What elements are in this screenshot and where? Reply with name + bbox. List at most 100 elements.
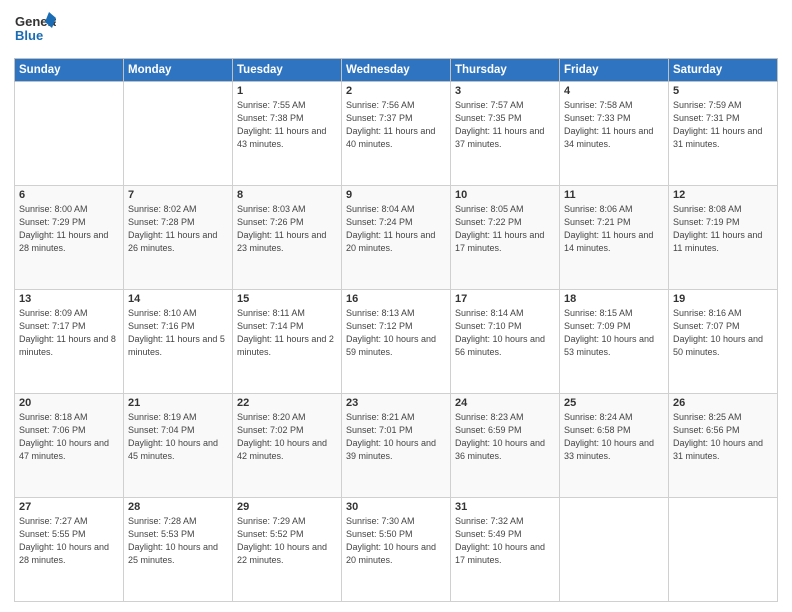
day-number: 22 [237,397,337,409]
day-number: 10 [455,189,555,201]
cell-info: Sunrise: 8:05 AMSunset: 7:22 PMDaylight:… [455,203,555,255]
weekday-header-wednesday: Wednesday [342,59,451,82]
calendar-table: SundayMondayTuesdayWednesdayThursdayFrid… [14,58,778,602]
day-number: 11 [564,189,664,201]
weekday-header-thursday: Thursday [451,59,560,82]
cell-info: Sunrise: 7:59 AMSunset: 7:31 PMDaylight:… [673,99,773,151]
cell-info: Sunrise: 7:57 AMSunset: 7:35 PMDaylight:… [455,99,555,151]
day-number: 8 [237,189,337,201]
weekday-header-friday: Friday [560,59,669,82]
calendar-cell: 12Sunrise: 8:08 AMSunset: 7:19 PMDayligh… [669,186,778,290]
cell-info: Sunrise: 7:28 AMSunset: 5:53 PMDaylight:… [128,515,228,567]
calendar-week-row: 1 Sunrise: 7:55 AMSunset: 7:38 PMDaylight… [15,82,778,186]
calendar-cell: 31Sunrise: 7:32 AMSunset: 5:49 PMDayligh… [451,498,560,602]
weekday-header-saturday: Saturday [669,59,778,82]
logo-icon: General Blue [14,10,56,52]
day-number: 17 [455,293,555,305]
cell-info: Sunrise: 8:13 AMSunset: 7:12 PMDaylight:… [346,307,446,359]
page: General Blue SundayMondayTuesdayWednesda… [0,0,792,612]
day-number: 14 [128,293,228,305]
calendar-cell: 17 Sunrise: 8:14 AMSunset: 7:10 PMDayligh… [451,290,560,394]
calendar-cell: 14 Sunrise: 8:10 AMSunset: 7:16 PMDayligh… [124,290,233,394]
calendar-cell: 24 Sunrise: 8:23 AMSunset: 6:59 PMDayligh… [451,394,560,498]
calendar-cell: 15 Sunrise: 8:11 AMSunset: 7:14 PMDayligh… [233,290,342,394]
calendar-cell: 9Sunrise: 8:04 AMSunset: 7:24 PMDaylight… [342,186,451,290]
day-number: 1 [237,85,337,97]
day-number: 25 [564,397,664,409]
calendar-cell [15,82,124,186]
calendar-cell: 2Sunrise: 7:56 AMSunset: 7:37 PMDaylight… [342,82,451,186]
calendar-cell: 19Sunrise: 8:16 AMSunset: 7:07 PMDayligh… [669,290,778,394]
day-number: 21 [128,397,228,409]
calendar-cell: 1 Sunrise: 7:55 AMSunset: 7:38 PMDaylight… [233,82,342,186]
day-number: 12 [673,189,773,201]
day-number: 9 [346,189,446,201]
calendar-cell: 26Sunrise: 8:25 AMSunset: 6:56 PMDayligh… [669,394,778,498]
calendar-week-row: 6 Sunrise: 8:00 AMSunset: 7:29 PMDaylight… [15,186,778,290]
day-number: 27 [19,501,119,513]
cell-info: Sunrise: 8:11 AMSunset: 7:14 PMDaylight:… [237,307,337,359]
day-number: 23 [346,397,446,409]
cell-info: Sunrise: 8:15 AMSunset: 7:09 PMDaylight:… [564,307,664,359]
cell-info: Sunrise: 8:00 AMSunset: 7:29 PMDaylight:… [19,203,119,255]
calendar-cell: 8 Sunrise: 8:03 AMSunset: 7:26 PMDaylight… [233,186,342,290]
cell-info: Sunrise: 8:18 AMSunset: 7:06 PMDaylight:… [19,411,119,463]
logo-area: General Blue [14,10,56,52]
day-number: 2 [346,85,446,97]
day-number: 13 [19,293,119,305]
cell-info: Sunrise: 8:24 AMSunset: 6:58 PMDaylight:… [564,411,664,463]
calendar-cell: 30Sunrise: 7:30 AMSunset: 5:50 PMDayligh… [342,498,451,602]
top-section: General Blue [14,10,778,52]
calendar-cell: 3 Sunrise: 7:57 AMSunset: 7:35 PMDaylight… [451,82,560,186]
calendar-cell: 10 Sunrise: 8:05 AMSunset: 7:22 PMDayligh… [451,186,560,290]
calendar-cell: 22 Sunrise: 8:20 AMSunset: 7:02 PMDayligh… [233,394,342,498]
day-number: 18 [564,293,664,305]
day-number: 20 [19,397,119,409]
weekday-header-monday: Monday [124,59,233,82]
day-number: 7 [128,189,228,201]
day-number: 26 [673,397,773,409]
logo: General Blue [14,10,56,52]
calendar-cell: 18 Sunrise: 8:15 AMSunset: 7:09 PMDayligh… [560,290,669,394]
cell-info: Sunrise: 8:03 AMSunset: 7:26 PMDaylight:… [237,203,337,255]
cell-info: Sunrise: 7:29 AMSunset: 5:52 PMDaylight:… [237,515,337,567]
calendar-cell [560,498,669,602]
calendar-cell: 7Sunrise: 8:02 AMSunset: 7:28 PMDaylight… [124,186,233,290]
calendar-week-row: 13 Sunrise: 8:09 AMSunset: 7:17 PMDayligh… [15,290,778,394]
calendar-cell: 11 Sunrise: 8:06 AMSunset: 7:21 PMDayligh… [560,186,669,290]
calendar-cell: 16 Sunrise: 8:13 AMSunset: 7:12 PMDayligh… [342,290,451,394]
cell-info: Sunrise: 7:58 AMSunset: 7:33 PMDaylight:… [564,99,664,151]
weekday-header-tuesday: Tuesday [233,59,342,82]
cell-info: Sunrise: 8:20 AMSunset: 7:02 PMDaylight:… [237,411,337,463]
calendar-week-row: 20 Sunrise: 8:18 AMSunset: 7:06 PMDayligh… [15,394,778,498]
day-number: 3 [455,85,555,97]
weekday-header-row: SundayMondayTuesdayWednesdayThursdayFrid… [15,59,778,82]
cell-info: Sunrise: 8:10 AMSunset: 7:16 PMDaylight:… [128,307,228,359]
day-number: 30 [346,501,446,513]
cell-info: Sunrise: 7:27 AMSunset: 5:55 PMDaylight:… [19,515,119,567]
cell-info: Sunrise: 8:06 AMSunset: 7:21 PMDaylight:… [564,203,664,255]
calendar-cell: 29 Sunrise: 7:29 AMSunset: 5:52 PMDayligh… [233,498,342,602]
calendar-cell: 28 Sunrise: 7:28 AMSunset: 5:53 PMDayligh… [124,498,233,602]
cell-info: Sunrise: 8:09 AMSunset: 7:17 PMDaylight:… [19,307,119,359]
day-number: 29 [237,501,337,513]
day-number: 28 [128,501,228,513]
day-number: 31 [455,501,555,513]
cell-info: Sunrise: 8:23 AMSunset: 6:59 PMDaylight:… [455,411,555,463]
day-number: 16 [346,293,446,305]
day-number: 6 [19,189,119,201]
cell-info: Sunrise: 8:16 AMSunset: 7:07 PMDaylight:… [673,307,773,359]
calendar-cell: 6 Sunrise: 8:00 AMSunset: 7:29 PMDaylight… [15,186,124,290]
calendar-cell [124,82,233,186]
cell-info: Sunrise: 7:55 AMSunset: 7:38 PMDaylight:… [237,99,337,151]
cell-info: Sunrise: 8:19 AMSunset: 7:04 PMDaylight:… [128,411,228,463]
svg-text:Blue: Blue [15,28,43,43]
day-number: 15 [237,293,337,305]
calendar-cell: 5Sunrise: 7:59 AMSunset: 7:31 PMDaylight… [669,82,778,186]
cell-info: Sunrise: 8:14 AMSunset: 7:10 PMDaylight:… [455,307,555,359]
calendar-cell: 27 Sunrise: 7:27 AMSunset: 5:55 PMDayligh… [15,498,124,602]
day-number: 4 [564,85,664,97]
day-number: 24 [455,397,555,409]
calendar-cell: 25 Sunrise: 8:24 AMSunset: 6:58 PMDayligh… [560,394,669,498]
calendar-cell [669,498,778,602]
